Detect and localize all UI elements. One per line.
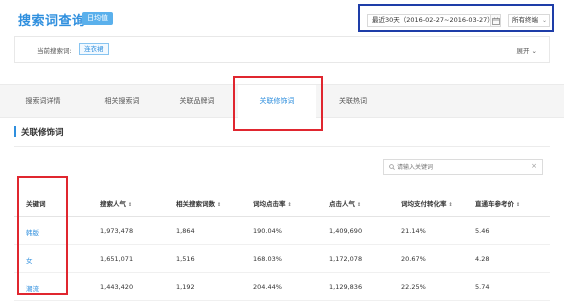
table-cell: 1,192 bbox=[176, 283, 195, 291]
column-header-label: 搜索人气 bbox=[100, 200, 126, 208]
sort-icon: ⇕ bbox=[128, 202, 133, 208]
expand-button[interactable]: 展开 ⌄ bbox=[516, 45, 537, 55]
table-cell: 4.28 bbox=[475, 255, 490, 263]
table-cell: 168.03% bbox=[253, 255, 282, 263]
column-header-label: 点击人气 bbox=[329, 200, 355, 208]
table-row: 潮流 1,443,420 1,192 204.44% 1,129,836 22.… bbox=[14, 273, 550, 301]
column-header-avg-conversion[interactable]: 词均支付转化率 ⇕ bbox=[401, 198, 453, 208]
modifier-words-table: 关键词 搜索人气 ⇕ 相关搜索词数 ⇕ 词均点击率 ⇕ 点击人气 ⇕ 词均支付转化率 ⇕ … bbox=[14, 187, 550, 301]
chevron-down-icon: ⌄ bbox=[541, 17, 547, 24]
date-range-picker[interactable]: 最近30天（2016-02-27~2016-03-27） bbox=[367, 14, 497, 27]
keyword-search-box[interactable]: × bbox=[383, 159, 543, 175]
table-cell: 1,864 bbox=[176, 227, 195, 235]
column-header-related-search-count[interactable]: 相关搜索词数 ⇕ bbox=[176, 198, 221, 208]
table-cell: 204.44% bbox=[253, 283, 282, 291]
table-cell: 5.46 bbox=[475, 227, 490, 235]
table-row: 女 1,651,071 1,516 168.03% 1,172,078 20.6… bbox=[14, 245, 550, 273]
top-bar: 搜索词查询 日均值 最近30天（2016-02-27~2016-03-27） 所… bbox=[0, 0, 564, 72]
table-cell: 21.14% bbox=[401, 227, 426, 235]
terminal-select-label: 所有终端 bbox=[512, 16, 538, 24]
daily-average-badge[interactable]: 日均值 bbox=[82, 12, 113, 25]
table-cell: 190.04% bbox=[253, 227, 282, 235]
chevron-down-icon: ⌄ bbox=[531, 47, 537, 55]
close-icon[interactable]: × bbox=[531, 162, 537, 170]
tab-related-brand-words[interactable]: 关联品牌词 bbox=[158, 85, 236, 118]
column-header-avg-ctr[interactable]: 词均点击率 ⇕ bbox=[253, 198, 292, 208]
sort-icon: ⇕ bbox=[516, 202, 521, 208]
terminal-select[interactable]: 所有终端 ⌄ bbox=[508, 14, 550, 27]
table-cell: 1,973,478 bbox=[100, 227, 134, 235]
column-header-label: 词均支付转化率 bbox=[401, 200, 447, 208]
search-icon bbox=[389, 164, 395, 170]
table-header: 关键词 搜索人气 ⇕ 相关搜索词数 ⇕ 词均点击率 ⇕ 点击人气 ⇕ 词均支付转化率 ⇕ … bbox=[14, 187, 550, 217]
table-cell: 1,129,836 bbox=[329, 283, 363, 291]
table-cell: 1,443,420 bbox=[100, 283, 134, 291]
column-header-label: 直通车参考价 bbox=[475, 200, 514, 208]
table-cell: 1,516 bbox=[176, 255, 195, 263]
sort-icon: ⇕ bbox=[217, 202, 222, 208]
tab-related-hot-words[interactable]: 关联热词 bbox=[316, 85, 390, 118]
sort-icon: ⇕ bbox=[287, 202, 292, 208]
table-cell: 20.67% bbox=[401, 255, 426, 263]
table-cell: 1,172,078 bbox=[329, 255, 363, 263]
tab-related-search-words[interactable]: 相关搜索词 bbox=[86, 85, 158, 118]
section-accent-bar bbox=[14, 126, 16, 137]
table-cell: 5.74 bbox=[475, 283, 490, 291]
section-divider bbox=[14, 146, 550, 147]
keyword-search-input[interactable] bbox=[397, 162, 523, 172]
current-query-label: 当前搜索词: bbox=[37, 47, 72, 55]
page-title: 搜索词查询 bbox=[18, 14, 86, 29]
query-tag[interactable]: 连衣裙 bbox=[79, 43, 109, 55]
calendar-icon[interactable] bbox=[490, 14, 501, 27]
keyword-column-highlight bbox=[17, 176, 68, 295]
tab-search-word-detail[interactable]: 搜索词详情 bbox=[0, 85, 86, 118]
column-header-search-popularity[interactable]: 搜索人气 ⇕ bbox=[100, 198, 132, 208]
table-row: 韩版 1,973,478 1,864 190.04% 1,409,690 21.… bbox=[14, 217, 550, 245]
table-cell: 1,651,071 bbox=[100, 255, 134, 263]
table-cell: 1,409,690 bbox=[329, 227, 363, 235]
sort-icon: ⇕ bbox=[357, 202, 362, 208]
date-filter-group: 最近30天（2016-02-27~2016-03-27） 所有终端 ⌄ bbox=[358, 4, 554, 32]
active-tab-highlight bbox=[233, 76, 323, 131]
sort-icon: ⇕ bbox=[448, 202, 453, 208]
column-header-click-popularity[interactable]: 点击人气 ⇕ bbox=[329, 198, 361, 208]
section-title: 关联修饰词 bbox=[21, 128, 64, 138]
column-header-label: 相关搜索词数 bbox=[176, 200, 215, 208]
table-cell: 22.25% bbox=[401, 283, 426, 291]
expand-label: 展开 bbox=[516, 47, 530, 55]
column-header-ztc-price[interactable]: 直通车参考价 ⇕ bbox=[475, 198, 520, 208]
current-query-row: 当前搜索词: 连衣裙 展开 ⌄ bbox=[14, 36, 550, 63]
column-header-label: 词均点击率 bbox=[253, 200, 286, 208]
